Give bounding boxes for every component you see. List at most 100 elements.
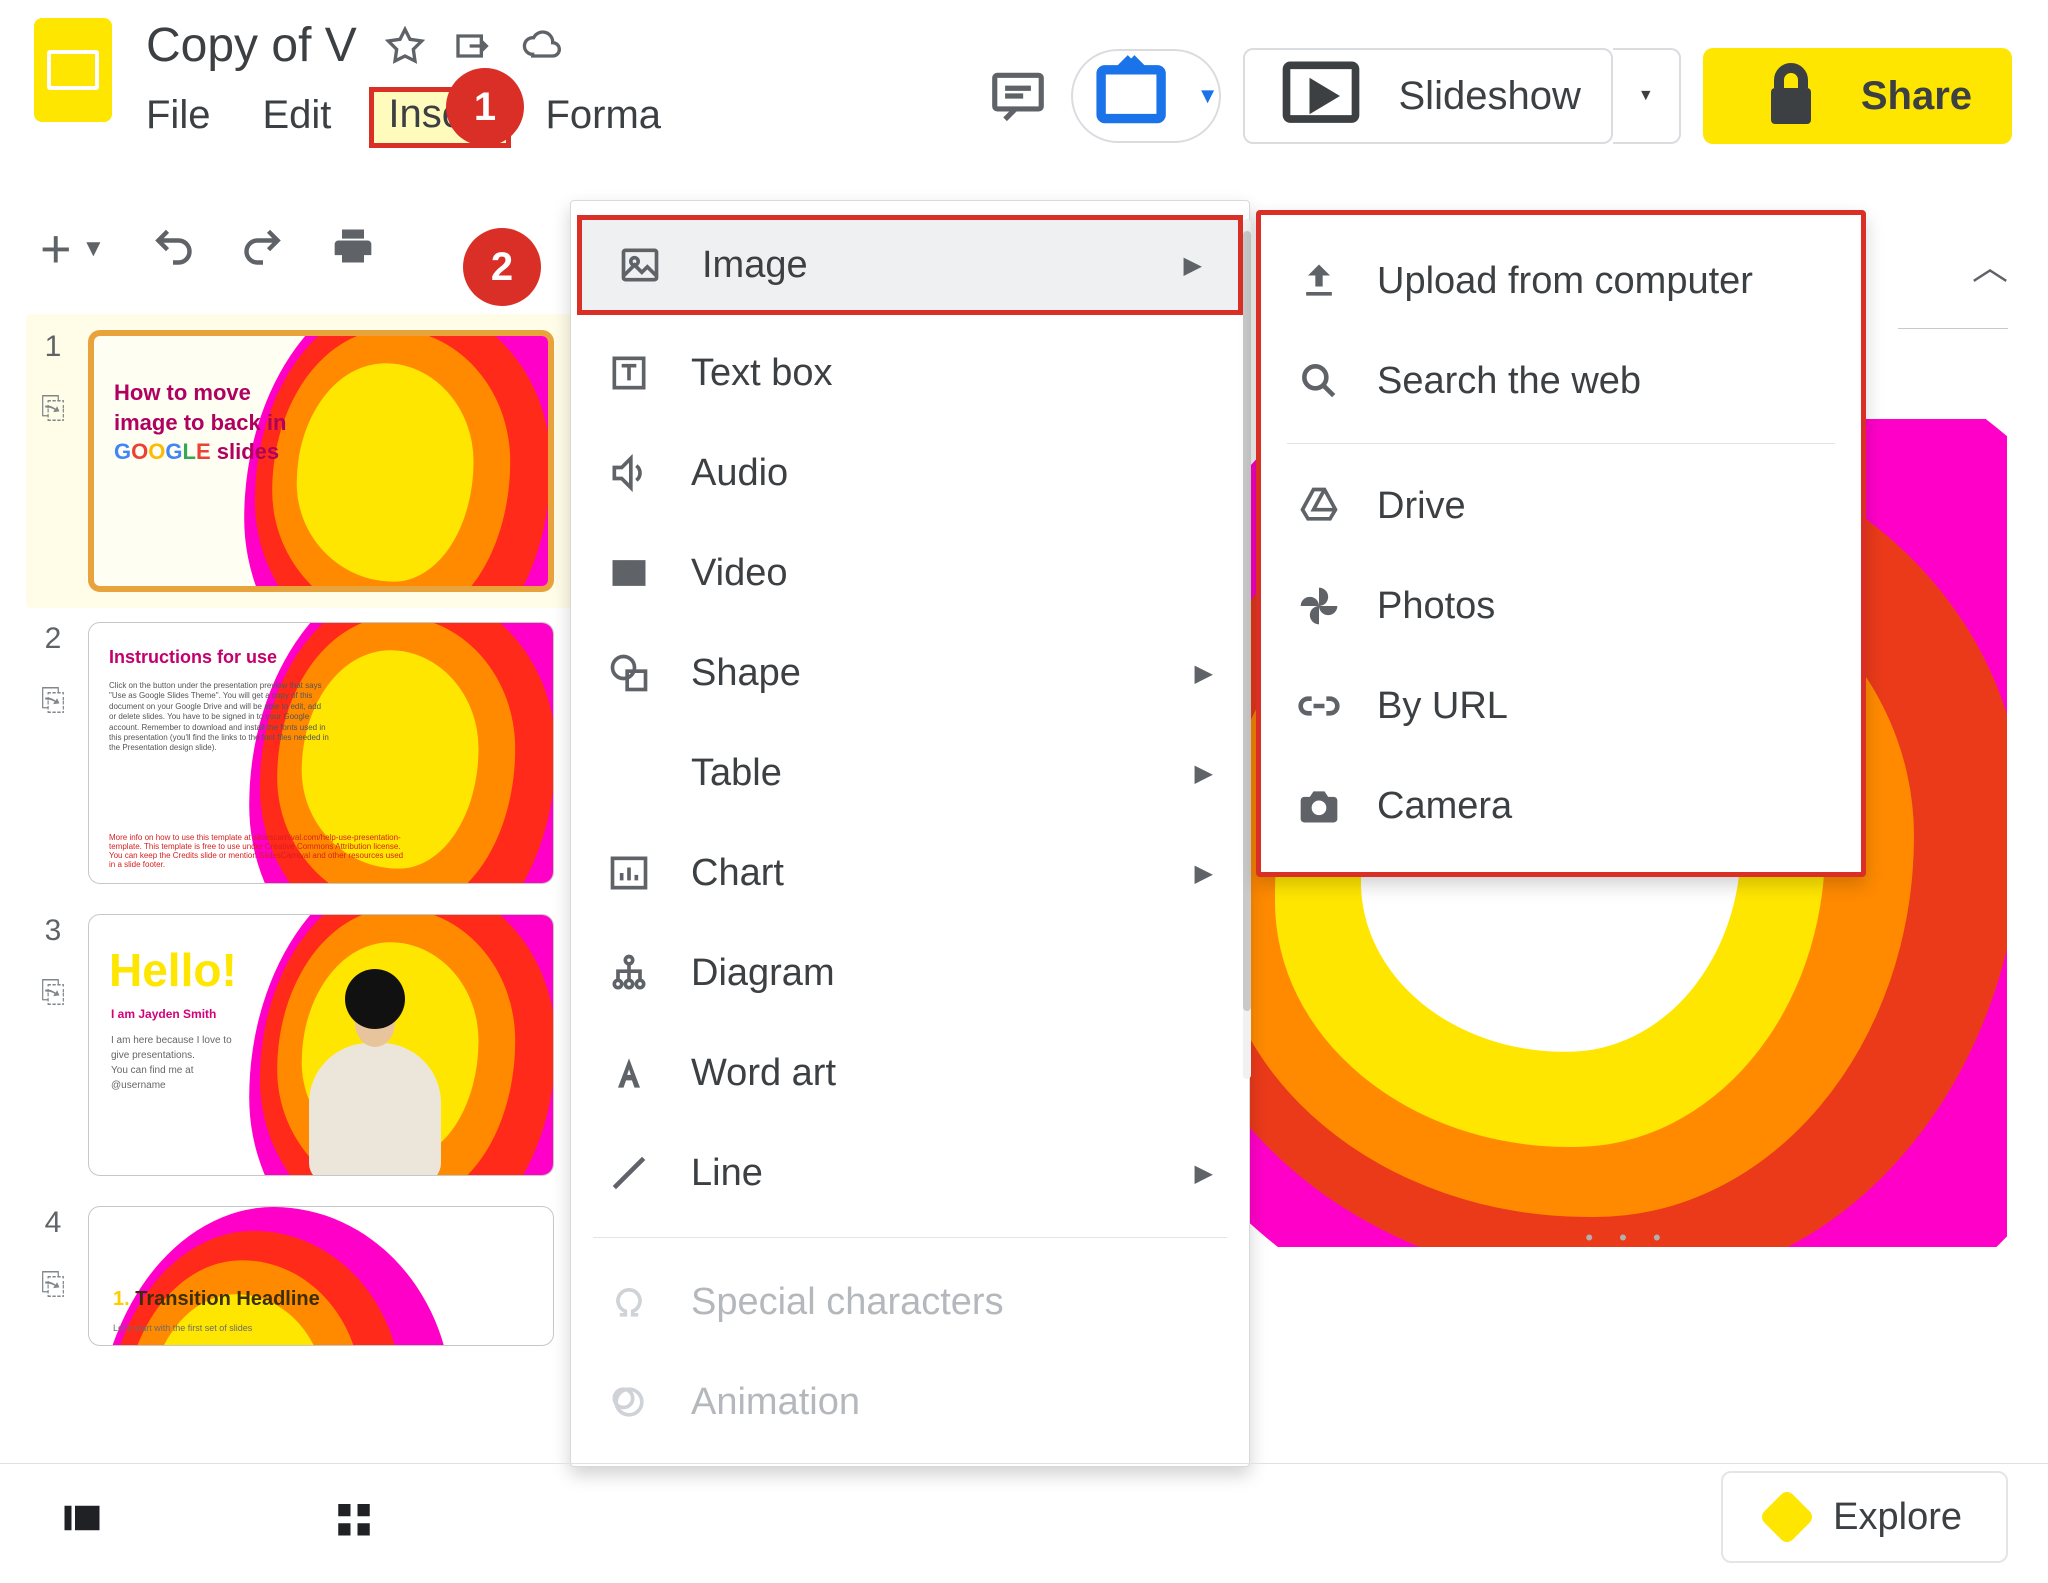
thumb3-person-graphic	[299, 965, 449, 1175]
shape-icon	[607, 651, 651, 695]
image-camera[interactable]: Camera	[1261, 756, 1861, 856]
insert-animation[interactable]: Animation	[571, 1352, 1249, 1452]
image-search-label: Search the web	[1377, 360, 1641, 403]
explore-label: Explore	[1833, 1496, 1962, 1539]
print-icon[interactable]	[331, 224, 375, 273]
slide-number: 1	[45, 330, 62, 364]
slideshow-dropdown[interactable]: ▼	[1613, 48, 1681, 144]
image-drive[interactable]: Drive	[1261, 456, 1861, 556]
insert-image[interactable]: Image ▶	[577, 215, 1243, 315]
insert-chart-label: Chart	[691, 852, 784, 895]
insert-textbox[interactable]: Text box	[571, 323, 1249, 423]
audio-icon	[607, 451, 651, 495]
explore-icon	[1759, 1489, 1816, 1546]
chart-icon	[607, 851, 651, 895]
slideshow-button[interactable]: Slideshow	[1243, 48, 1613, 144]
insert-shape-label: Shape	[691, 652, 801, 695]
insert-video[interactable]: Video	[571, 523, 1249, 623]
wordart-icon	[607, 1051, 651, 1095]
upload-icon	[1297, 259, 1341, 303]
new-slide-button[interactable]: +▼	[40, 235, 105, 263]
insert-chart[interactable]: Chart ▶	[571, 823, 1249, 923]
camera-icon	[1297, 784, 1341, 828]
thumb3-sub: I am Jayden Smith	[111, 1007, 216, 1021]
link-icon	[1297, 684, 1341, 728]
insert-table[interactable]: Table ▶	[571, 723, 1249, 823]
slides-logo[interactable]	[34, 18, 112, 122]
insert-menu: Image ▶ Text box Audio Video Shape ▶ Tab…	[570, 200, 1250, 1467]
insert-line-label: Line	[691, 1152, 763, 1195]
insert-video-label: Video	[691, 552, 788, 595]
slide-number: 4	[45, 1206, 62, 1240]
slide-thumb-4[interactable]: 1. Transition Headline Let's start with …	[88, 1206, 554, 1346]
speaker-notes-handle[interactable]: • • •	[1585, 1225, 1670, 1248]
insert-diagram-label: Diagram	[691, 952, 835, 995]
thumb4-sub: Let's start with the first set of slides	[113, 1323, 252, 1333]
undo-icon[interactable]	[151, 224, 195, 273]
image-icon	[618, 243, 662, 287]
image-photos-label: Photos	[1377, 585, 1495, 628]
present-button[interactable]: ▼	[1071, 49, 1221, 143]
insert-table-label: Table	[691, 752, 782, 795]
link-icon: ⎘	[41, 1268, 65, 1302]
thumb3-lines: I am here because I love togive presenta…	[111, 1033, 232, 1093]
redo-icon[interactable]	[241, 224, 285, 273]
insert-wordart[interactable]: Word art	[571, 1023, 1249, 1123]
cloud-status-icon[interactable]	[521, 26, 561, 66]
submenu-arrow-icon: ▶	[1195, 1159, 1213, 1188]
image-camera-label: Camera	[1377, 785, 1512, 828]
filmstrip-view-icon[interactable]	[56, 1497, 108, 1550]
insert-shape[interactable]: Shape ▶	[571, 623, 1249, 723]
textbox-icon	[607, 351, 651, 395]
grid-view-icon[interactable]	[328, 1497, 380, 1550]
insert-audio-label: Audio	[691, 452, 788, 495]
thumb4-title: Transition Headline	[135, 1288, 319, 1310]
thumb1-line2: image to back in	[114, 410, 286, 435]
link-icon: ⎘	[41, 684, 65, 718]
image-url-label: By URL	[1377, 685, 1508, 728]
thumb3-hello: Hello!	[109, 943, 237, 997]
thumb2-foot: More info on how to use this template at…	[109, 833, 409, 869]
filmstrip: 1 ⎘ How to move image to back in GOOGLE s…	[36, 330, 574, 1346]
thumb1-google-word: GOOGLE	[114, 439, 211, 464]
insert-diagram[interactable]: Diagram	[571, 923, 1249, 1023]
slide-number: 2	[45, 622, 62, 656]
insert-audio[interactable]: Audio	[571, 423, 1249, 523]
share-button[interactable]: Share	[1703, 48, 2012, 144]
image-photos[interactable]: Photos	[1261, 556, 1861, 656]
thumb4-num: 1.	[113, 1288, 130, 1310]
image-upload-label: Upload from computer	[1377, 260, 1753, 303]
slideshow-label: Slideshow	[1399, 74, 1581, 119]
star-icon[interactable]	[385, 26, 425, 66]
document-title[interactable]: Copy of V	[146, 18, 357, 73]
thumb1-line1: How to move	[114, 380, 251, 405]
menu-file[interactable]: File	[146, 93, 210, 142]
slide-thumb-3[interactable]: Hello! I am Jayden Smith I am here becau…	[88, 914, 554, 1176]
explore-button[interactable]: Explore	[1721, 1471, 2008, 1563]
move-icon[interactable]	[453, 26, 493, 66]
menu-edit[interactable]: Edit	[262, 93, 331, 142]
image-search-web[interactable]: Search the web	[1261, 331, 1861, 431]
submenu-arrow-icon: ▶	[1184, 251, 1202, 280]
insert-textbox-label: Text box	[691, 352, 833, 395]
image-by-url[interactable]: By URL	[1261, 656, 1861, 756]
special-characters-icon	[607, 1280, 651, 1324]
ruler	[1898, 328, 2008, 368]
insert-animation-label: Animation	[691, 1381, 860, 1424]
insert-special-characters[interactable]: Special characters	[571, 1252, 1249, 1352]
thumb2-title: Instructions for use	[109, 647, 277, 668]
collapse-panel-icon[interactable]: ︿	[1972, 238, 2008, 290]
thumb2-body: Click on the button under the presentati…	[109, 681, 329, 754]
submenu-arrow-icon: ▶	[1195, 759, 1213, 788]
share-label: Share	[1861, 74, 1972, 119]
slide-thumb-1[interactable]: How to move image to back in GOOGLE slid…	[88, 330, 554, 592]
comments-icon[interactable]	[987, 65, 1049, 127]
slide-thumb-2[interactable]: Instructions for use Click on the button…	[88, 622, 554, 884]
video-icon	[607, 551, 651, 595]
menu-format[interactable]: Forma	[545, 93, 661, 142]
image-upload[interactable]: Upload from computer	[1261, 231, 1861, 331]
insert-line[interactable]: Line ▶	[571, 1123, 1249, 1223]
search-icon	[1297, 359, 1341, 403]
diagram-icon	[607, 951, 651, 995]
submenu-arrow-icon: ▶	[1195, 859, 1213, 888]
